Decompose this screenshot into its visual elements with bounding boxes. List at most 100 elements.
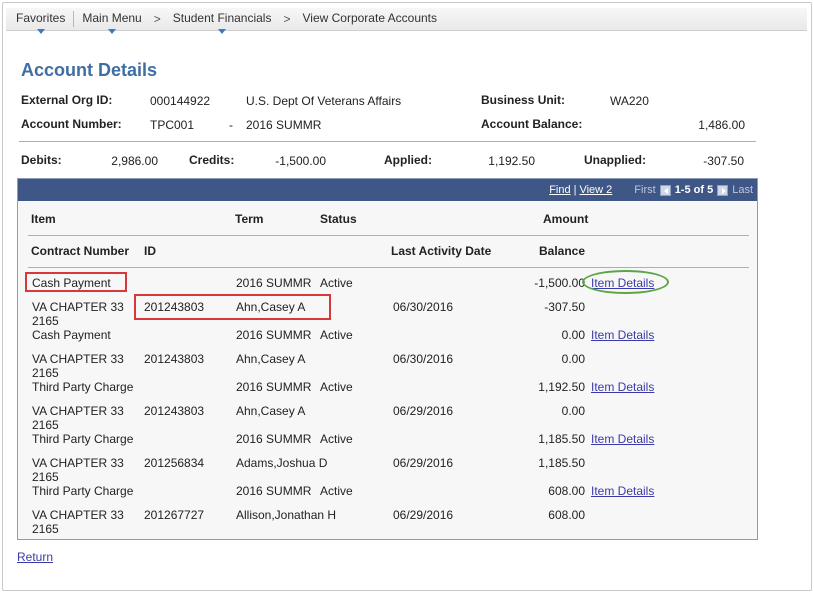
row-status: Active — [320, 432, 353, 446]
account-balance-label: Account Balance: — [481, 117, 583, 131]
col-status: Status — [320, 212, 357, 226]
nav-view-corporate-accounts-label: View Corporate Accounts — [302, 11, 438, 25]
row-date: 06/30/2016 — [393, 300, 454, 314]
row-contract-line1: VA CHAPTER 33 — [32, 508, 124, 522]
row-item: Third Party Charge — [32, 432, 134, 446]
nav-main-menu-label: Main Menu — [82, 11, 142, 25]
row-contract-line2: 2165 — [32, 366, 59, 380]
nav-main-menu[interactable]: Main Menu — [76, 11, 147, 34]
item-details-link[interactable]: Item Details — [591, 380, 654, 394]
business-unit-label: Business Unit: — [481, 93, 566, 107]
row-name: Ahn,Casey A — [236, 352, 306, 366]
grid-body: Item Term Status Amount Contract Number … — [18, 201, 757, 539]
row-name: Allison,Jonathan H — [236, 508, 337, 522]
account-term: 2016 SUMMR — [246, 118, 322, 132]
header-divider — [28, 267, 749, 268]
row-contract-line1: VA CHAPTER 33 — [32, 352, 124, 366]
row-item: Third Party Charge — [32, 484, 134, 498]
breadcrumb-separator: > — [153, 12, 161, 26]
row-term: 2016 SUMMR — [236, 432, 312, 446]
row-status: Active — [320, 276, 353, 290]
col-term: Term — [235, 212, 264, 226]
col-id: ID — [144, 244, 156, 258]
row-amount: 608.00 — [548, 484, 585, 498]
previous-page-icon[interactable] — [659, 184, 671, 196]
first-label: First — [634, 184, 656, 196]
row-balance: -307.50 — [544, 300, 585, 314]
account-number: TPC001 — [150, 118, 195, 132]
chevron-down-icon — [108, 29, 117, 34]
row-term: 2016 SUMMR — [236, 328, 312, 342]
row-term: 2016 SUMMR — [236, 276, 312, 290]
row-balance: 0.00 — [561, 404, 585, 418]
nav-favorites-label: Favorites — [16, 11, 66, 25]
nav-favorites[interactable]: Favorites — [10, 11, 71, 34]
row-range: 1-5 of 5 — [674, 184, 714, 196]
nav-student-financials[interactable]: Student Financials — [167, 11, 278, 34]
row-id: 201267727 — [144, 508, 205, 522]
row-amount: 1,192.50 — [538, 380, 585, 394]
account-balance: 1,486.00 — [698, 118, 745, 132]
row-contract-line2: 2165 — [32, 418, 59, 432]
row-status: Active — [320, 380, 353, 394]
row-id: 201243803 — [144, 352, 205, 366]
chevron-down-icon — [218, 29, 227, 34]
row-status: Active — [320, 484, 353, 498]
row-contract-line1: VA CHAPTER 33 — [32, 456, 124, 470]
row-contract-line2: 2165 — [32, 314, 59, 328]
row-term: 2016 SUMMR — [236, 484, 312, 498]
row-date: 06/29/2016 — [393, 404, 454, 418]
item-details-link[interactable]: Item Details — [591, 484, 654, 498]
chevron-down-icon — [36, 29, 45, 34]
row-amount: 1,185.50 — [538, 432, 585, 446]
row-contract-line2: 2165 — [32, 470, 59, 484]
unapplied-value: -307.50 — [703, 154, 744, 168]
applied-label: Applied: — [384, 153, 432, 167]
nav-student-financials-label: Student Financials — [172, 11, 272, 25]
next-page-icon[interactable] — [717, 184, 729, 196]
debits-label: Debits: — [21, 153, 62, 167]
find-link[interactable]: Find — [549, 184, 570, 196]
credits-value: -1,500.00 — [275, 154, 326, 168]
row-term: 2016 SUMMR — [236, 380, 312, 394]
ext-org-name: U.S. Dept Of Veterans Affairs — [246, 94, 402, 108]
row-name: Adams,Joshua D — [236, 456, 328, 470]
debits-value: 2,986.00 — [111, 154, 158, 168]
unapplied-label: Unapplied: — [584, 153, 646, 167]
header-divider — [28, 235, 749, 236]
row-contract-line2: 2165 — [32, 522, 59, 536]
col-last-activity-date: Last Activity Date — [391, 244, 492, 258]
nav-divider — [73, 11, 75, 27]
row-date: 06/29/2016 — [393, 508, 454, 522]
row-balance: 608.00 — [548, 508, 585, 522]
applied-value: 1,192.50 — [488, 154, 535, 168]
row-balance: 1,185.50 — [538, 456, 585, 470]
highlight-id-name — [134, 294, 331, 320]
row-id: 201243803 — [144, 404, 205, 418]
account-details-grid: Find | View 2 First 1-5 of 5 Last Item T… — [17, 178, 758, 540]
col-item: Item — [31, 212, 56, 226]
row-item: Cash Payment — [32, 328, 111, 342]
page-title: Account Details — [21, 60, 158, 80]
col-amount: Amount — [543, 212, 589, 226]
row-amount: 0.00 — [561, 328, 585, 342]
grid-nav-separator: | — [573, 184, 577, 196]
row-amount: -1,500.00 — [534, 276, 585, 290]
row-balance: 0.00 — [561, 352, 585, 366]
nav-view-corporate-accounts[interactable]: View Corporate Accounts — [297, 11, 444, 27]
highlight-cash-payment — [25, 272, 127, 292]
row-date: 06/30/2016 — [393, 352, 454, 366]
item-details-link[interactable]: Item Details — [591, 432, 654, 446]
col-balance: Balance — [539, 244, 586, 258]
header-divider — [19, 141, 756, 142]
ext-org-label: External Org ID: — [21, 93, 113, 107]
item-details-link[interactable]: Item Details — [591, 328, 654, 342]
business-unit: WA220 — [610, 94, 649, 108]
return-link[interactable]: Return — [17, 550, 53, 564]
row-name: Ahn,Casey A — [236, 404, 306, 418]
view-2-link[interactable]: View 2 — [579, 184, 612, 196]
row-item: Third Party Charge — [32, 380, 134, 394]
col-contract-number: Contract Number — [31, 244, 130, 258]
last-label: Last — [732, 184, 753, 196]
grid-navigation-bar: Find | View 2 First 1-5 of 5 Last — [18, 179, 757, 201]
